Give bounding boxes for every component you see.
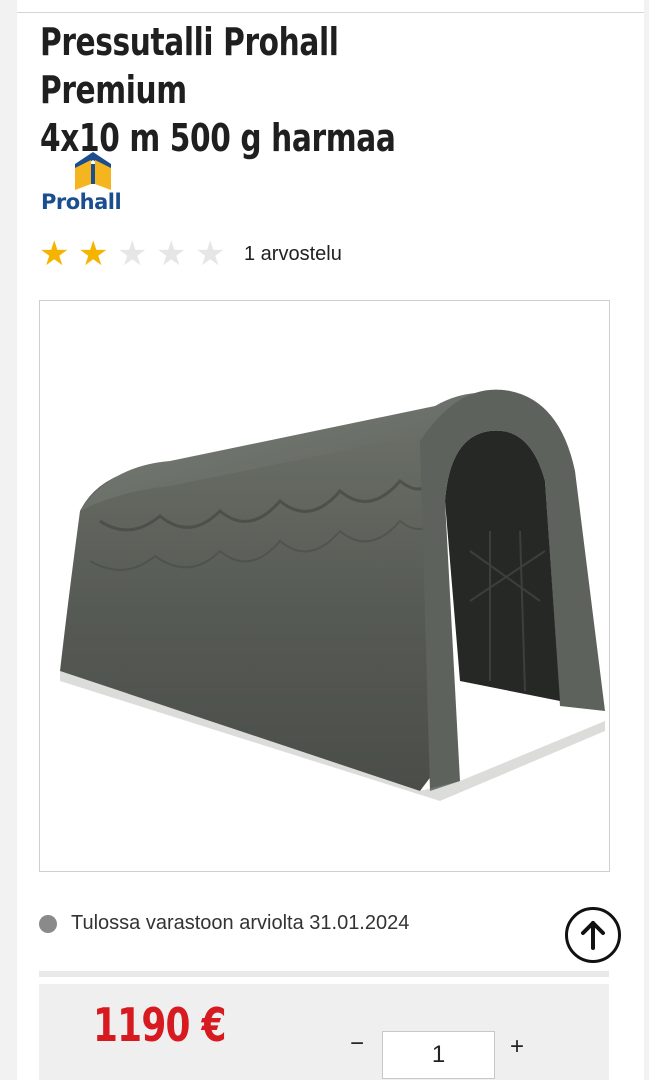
quantity-increase-button[interactable]: + xyxy=(505,1033,529,1061)
arrow-up-circle-icon xyxy=(581,921,605,950)
brand-name: Prohall xyxy=(41,190,122,214)
prohall-logo-icon xyxy=(75,152,111,190)
tent-image xyxy=(60,389,605,801)
quantity-input[interactable] xyxy=(382,1031,495,1079)
section-divider xyxy=(39,971,609,977)
header-divider xyxy=(17,12,644,13)
rating-row[interactable]: ★ ★ ★ ★ ★ 1 arvostelu xyxy=(39,236,342,272)
availability-status: Tulossa varastoon arviolta 31.01.2024 xyxy=(39,912,409,935)
product-image[interactable] xyxy=(39,300,610,872)
purchase-box: 1190 € − + xyxy=(39,984,609,1080)
status-dot-icon xyxy=(39,914,57,933)
star-icon-4: ★ xyxy=(156,235,187,273)
brand-logo[interactable]: Prohall xyxy=(41,150,141,220)
product-title: Pressutalli Prohall Premium 4x10 m 500 g… xyxy=(40,18,477,162)
star-icon-5: ★ xyxy=(195,235,226,273)
star-icon-3: ★ xyxy=(117,235,148,273)
product-price: 1190 € xyxy=(93,998,226,1052)
review-count-link[interactable]: 1 arvostelu xyxy=(244,243,342,266)
product-title-line1: Pressutalli Prohall Premium xyxy=(40,20,339,112)
star-icon-2: ★ xyxy=(78,235,109,273)
quantity-decrease-button[interactable]: − xyxy=(345,1030,369,1058)
scroll-to-top-button[interactable] xyxy=(565,907,621,963)
product-page: Pressutalli Prohall Premium 4x10 m 500 g… xyxy=(17,0,644,1080)
star-icon-1: ★ xyxy=(39,235,70,273)
availability-text: Tulossa varastoon arviolta 31.01.2024 xyxy=(71,912,410,934)
